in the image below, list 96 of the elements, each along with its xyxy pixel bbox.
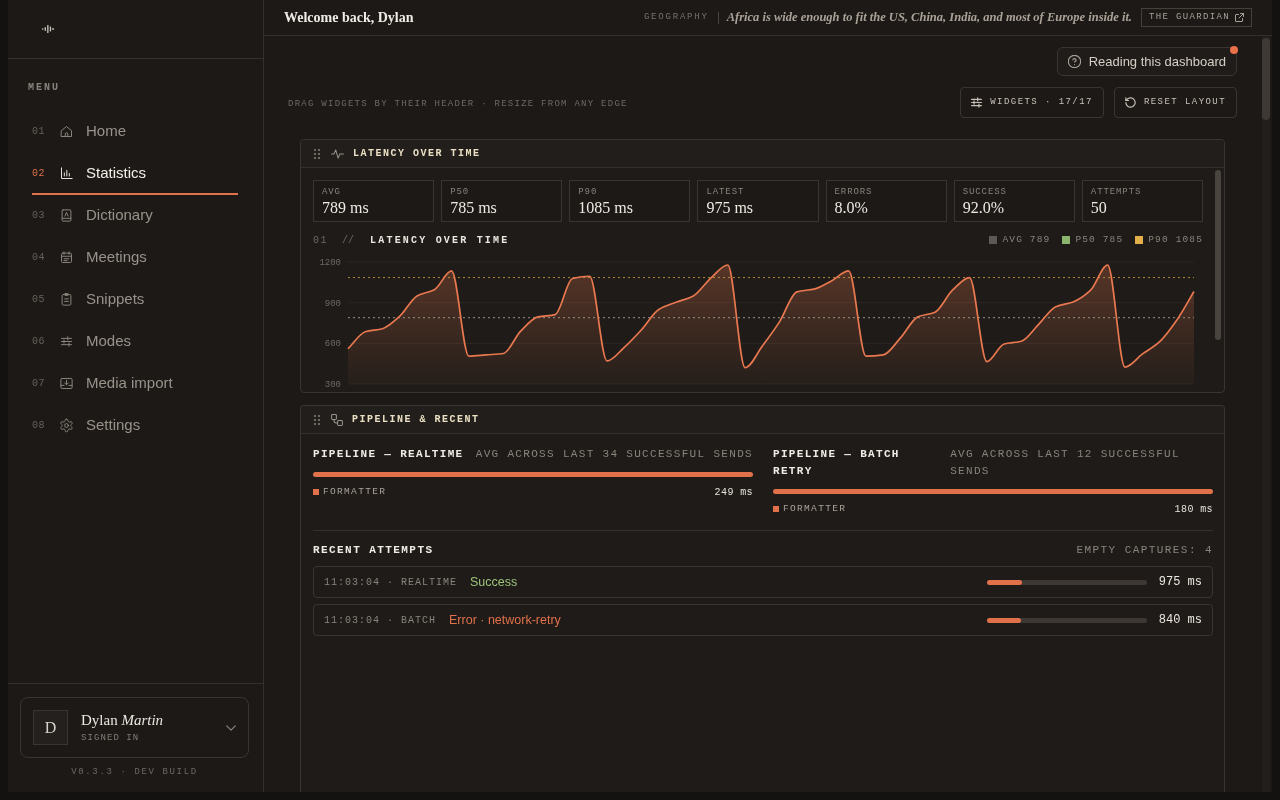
stat-label: AVG [322, 187, 341, 198]
nav-item[interactable]: 01 Home [32, 111, 238, 153]
download-tray-icon [59, 375, 74, 391]
section-title: RECENT ATTEMPTS [313, 545, 434, 556]
stat-value: 92.0% [962, 198, 1005, 217]
stat-label: P90 [578, 187, 598, 198]
attempt-row[interactable]: 11:03:04 · REALTIME Success 975 ms [313, 566, 1213, 598]
stat-value: 789 ms [322, 198, 369, 217]
stat-label: LATEST [706, 187, 745, 198]
stat-value: 1085 ms [578, 198, 633, 217]
reset-layout-button[interactable]: RESET LAYOUT [1113, 87, 1237, 118]
book-icon [59, 207, 74, 223]
nav-item[interactable]: 02 Statistics [32, 153, 238, 195]
nav-number: 05 [32, 292, 45, 307]
scrollbar-thumb[interactable] [1262, 38, 1270, 120]
stat-value: 975 ms [706, 198, 754, 217]
attempt-status: Error · network-retry [449, 611, 561, 629]
attempt-time: 11:03:04 · REALTIME [324, 575, 458, 590]
stage-duration: 249 ms [714, 485, 753, 500]
external-link-icon [1235, 13, 1244, 22]
nav-item[interactable]: 06 Modes [32, 321, 238, 363]
stat-label: P50 [450, 187, 470, 198]
chevron-down-icon [226, 724, 236, 731]
clipboard-icon [59, 291, 74, 307]
stage-name: FORMATTER [323, 484, 387, 499]
nav-item[interactable]: 04 Meetings [32, 237, 238, 279]
y-axis-label: 300 [324, 380, 341, 389]
nav-number: 02 [32, 166, 45, 181]
nav-item[interactable]: 08 Settings [32, 405, 238, 447]
source-link[interactable]: THE GUARDIAN [1141, 8, 1252, 27]
drag-handle-icon [314, 414, 320, 425]
pipeline-subtitle: AVG ACROSS LAST 12 SUCCESSFUL SENDS [950, 447, 1181, 479]
nav-number: 07 [32, 376, 45, 391]
scrollbar-thumb[interactable] [1215, 170, 1221, 340]
legend-label: P50 785 [1075, 232, 1124, 247]
pipeline-title: PIPELINE — REALTIME [313, 447, 464, 462]
stat-value: 785 ms [450, 198, 497, 217]
user-card[interactable]: D Dylan Martin SIGNED IN [20, 697, 249, 758]
stat-value: 50 [1090, 198, 1107, 217]
stat-label: ERRORS [834, 187, 873, 198]
user-status: SIGNED IN [81, 732, 140, 744]
avatar: D [33, 710, 68, 745]
workflow-icon [331, 413, 343, 426]
nav-item[interactable]: 07 Media import [32, 363, 238, 405]
widget-title: PIPELINE & RECENT [352, 413, 480, 427]
nav-number: 01 [32, 124, 45, 139]
attempt-time: 11:03:04 · BATCH [324, 613, 436, 628]
menu-heading: MENU [28, 82, 60, 94]
chart-separator: // [342, 233, 355, 248]
help-button[interactable]: Reading this dashboard [1056, 47, 1237, 76]
widgets-button[interactable]: WIDGETS · 17/17 [960, 87, 1104, 118]
attempt-row[interactable]: 11:03:04 · BATCH Error · network-retry 840 ms [313, 604, 1213, 636]
empty-captures-count: EMPTY CAPTURES: 4 [1076, 545, 1213, 556]
widget-header[interactable]: LATENCY OVER TIME [301, 140, 1224, 168]
nav-number: 03 [32, 208, 45, 223]
fact-text: Africa is wide enough to fit the US, China, India, and most of Europe inside it. [726, 9, 1132, 27]
pipeline-subtitle: AVG ACROSS LAST 34 SUCCESSFUL SENDS [475, 447, 753, 462]
sliders-icon [971, 97, 983, 108]
rotate-ccw-icon [1124, 97, 1136, 108]
nav-number: 04 [32, 250, 45, 265]
stage-duration: 180 ms [1174, 502, 1213, 517]
stat-label: SUCCESS [962, 187, 1007, 198]
drag-handle-icon [314, 148, 320, 159]
stage-name: FORMATTER [783, 501, 847, 516]
welcome-title: Welcome back, Dylan [284, 9, 414, 27]
nav-number: 08 [32, 418, 45, 433]
fact-topic: GEOGRAPHY [643, 10, 709, 24]
nav-item[interactable]: 03 Dictionary [32, 195, 238, 237]
legend-label: AVG 789 [1002, 232, 1051, 247]
stat-label: ATTEMPTS [1090, 187, 1142, 198]
pipeline-title: PIPELINE — BATCH RETRY [773, 447, 901, 479]
y-axis-label: 600 [324, 339, 341, 350]
sliders-icon [59, 333, 74, 349]
attempt-duration: 840 ms [1158, 612, 1202, 629]
layout-hint: DRAG WIDGETS BY THEIR HEADER · RESIZE FROM ANY EDGE [288, 98, 628, 112]
bar-chart-icon [59, 165, 74, 181]
chart-number: 01 [313, 233, 328, 248]
y-axis-label: 900 [324, 298, 341, 309]
home-icon [59, 123, 74, 139]
chart-title: LATENCY OVER TIME [370, 233, 510, 248]
settings-icon [59, 417, 74, 433]
nav-number: 06 [32, 334, 45, 349]
waveform-icon [42, 25, 55, 33]
widget-title: LATENCY OVER TIME [353, 147, 481, 161]
legend-label: P90 1085 [1148, 232, 1203, 247]
attempt-duration: 975 ms [1158, 574, 1202, 591]
scrollbar-track[interactable] [1262, 36, 1270, 792]
stat-value: 8.0% [834, 198, 868, 217]
attempt-status: Success [470, 573, 518, 591]
user-name: Dylan Martin [81, 711, 164, 729]
y-axis-label: 1200 [319, 258, 341, 268]
widget-header[interactable]: PIPELINE & RECENT [301, 406, 1224, 434]
calendar-icon [59, 249, 74, 265]
pulse-icon [331, 148, 344, 159]
version-label: V0.3.3 · DEV BUILD [71, 766, 198, 778]
nav-item[interactable]: 05 Snippets [32, 279, 238, 321]
